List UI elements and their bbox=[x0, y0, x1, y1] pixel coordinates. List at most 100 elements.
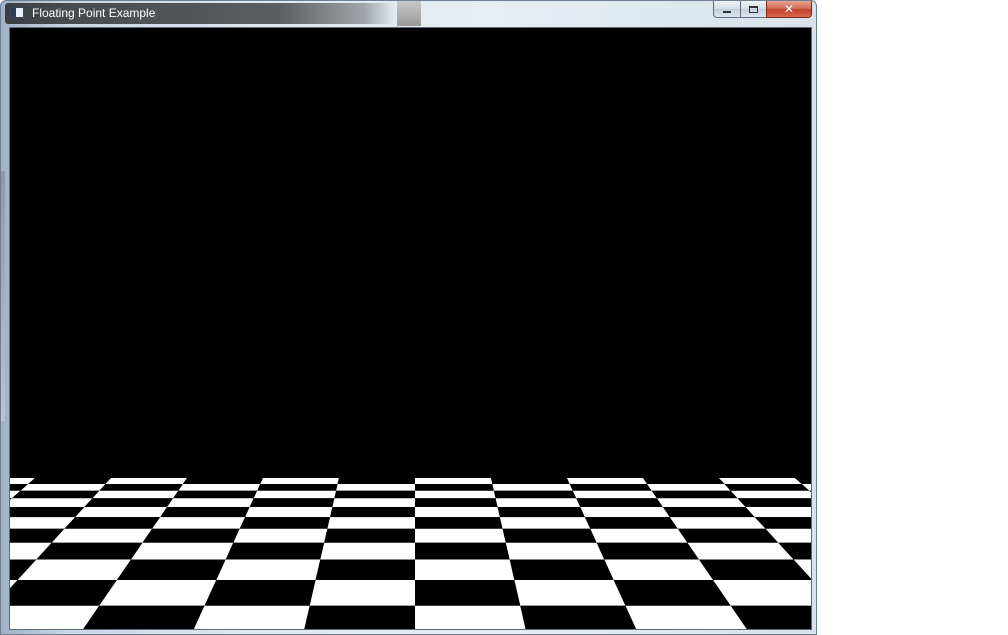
floor-tile bbox=[415, 605, 526, 629]
floor-tile bbox=[36, 542, 143, 560]
floor-tile bbox=[257, 484, 338, 491]
floor-tile bbox=[204, 580, 316, 606]
floor-tile bbox=[84, 498, 174, 507]
floor-tile bbox=[324, 528, 415, 543]
floor-tile bbox=[415, 478, 493, 484]
floor-tile bbox=[730, 490, 811, 499]
floor-tile bbox=[415, 517, 503, 529]
floor-tile bbox=[182, 478, 263, 484]
floor-tile bbox=[491, 478, 570, 484]
floor-tile bbox=[116, 559, 226, 580]
floor-tile bbox=[590, 528, 688, 543]
floor-tile bbox=[492, 484, 573, 491]
floor-tile bbox=[493, 490, 577, 499]
window-left-edge bbox=[1, 171, 5, 421]
floor-tile bbox=[687, 542, 794, 560]
floor-tile bbox=[569, 484, 652, 491]
floor-tile bbox=[613, 580, 731, 606]
floor-tile bbox=[239, 517, 331, 529]
floor-tile bbox=[99, 484, 183, 491]
scene-canvas bbox=[10, 28, 811, 629]
floor-tile bbox=[309, 580, 415, 606]
floor-tile bbox=[334, 490, 415, 499]
floor-tile bbox=[580, 507, 670, 518]
floor-tile bbox=[315, 559, 415, 580]
floor-tile bbox=[336, 484, 415, 491]
close-icon: ✕ bbox=[783, 2, 795, 16]
floor-tile bbox=[505, 542, 605, 560]
minimize-button[interactable] bbox=[713, 1, 740, 18]
floor-tile bbox=[647, 484, 731, 491]
floor-tile bbox=[75, 507, 168, 518]
floor-tile bbox=[604, 559, 714, 580]
floor-tile bbox=[745, 507, 811, 518]
minimize-icon bbox=[723, 11, 731, 13]
window-title: Floating Point Example bbox=[32, 6, 156, 20]
floor-tile bbox=[167, 498, 254, 507]
floor-tile bbox=[415, 580, 521, 606]
floor-tile bbox=[92, 490, 179, 499]
floor-tile bbox=[11, 490, 100, 499]
title-bar[interactable]: Floating Point Example ✕ bbox=[1, 1, 816, 26]
floor-tile bbox=[699, 559, 811, 580]
floor-tile bbox=[415, 542, 510, 560]
floor-tile bbox=[415, 528, 506, 543]
floor-tile bbox=[656, 498, 746, 507]
floor-tile bbox=[51, 528, 153, 543]
floor-tile bbox=[10, 517, 76, 529]
floor-tile bbox=[173, 490, 258, 499]
floor-tile bbox=[737, 498, 811, 507]
floor-tile bbox=[320, 542, 415, 560]
caption-buttons: ✕ bbox=[713, 1, 812, 18]
floor-tile bbox=[495, 498, 581, 507]
floor-tile bbox=[596, 542, 699, 560]
floor-tile bbox=[332, 498, 415, 507]
close-button[interactable]: ✕ bbox=[766, 1, 812, 18]
floor-tile bbox=[415, 559, 515, 580]
floor-tile bbox=[719, 478, 802, 484]
maximize-button[interactable] bbox=[740, 1, 766, 18]
floor-tile bbox=[10, 507, 85, 518]
floor-tile bbox=[99, 580, 217, 606]
floor-tile bbox=[415, 498, 498, 507]
floor-tile bbox=[17, 559, 132, 580]
floor-tile bbox=[514, 580, 626, 606]
floor-tile bbox=[576, 498, 663, 507]
floor-tile bbox=[643, 478, 725, 484]
floor-tile bbox=[497, 507, 585, 518]
floor-tile bbox=[651, 490, 738, 499]
title-bar-overlap bbox=[397, 1, 421, 26]
floor-tile bbox=[249, 498, 335, 507]
floor-tile bbox=[415, 507, 500, 518]
app-window: Floating Point Example ✕ bbox=[0, 0, 817, 635]
floor-tile bbox=[260, 478, 339, 484]
checkerboard-floor bbox=[10, 478, 811, 629]
floor-tile bbox=[330, 507, 415, 518]
floor-tile bbox=[245, 507, 333, 518]
floor-tile bbox=[142, 528, 240, 543]
floor-tile bbox=[10, 580, 117, 606]
floor-tile bbox=[327, 517, 415, 529]
app-window-icon[interactable] bbox=[10, 7, 24, 18]
floor-tile bbox=[178, 484, 261, 491]
floor-tile bbox=[233, 528, 328, 543]
floor-tile bbox=[20, 484, 106, 491]
floor-tile bbox=[193, 605, 310, 629]
floor-tile bbox=[520, 605, 637, 629]
floor-tile bbox=[572, 490, 657, 499]
floor-tile bbox=[10, 498, 93, 507]
floor-tile bbox=[669, 517, 766, 529]
floor-tile bbox=[160, 507, 250, 518]
floor-tile bbox=[662, 507, 755, 518]
floor-tile bbox=[131, 542, 234, 560]
floor-tile bbox=[499, 517, 591, 529]
render-viewport[interactable] bbox=[9, 27, 812, 630]
floor-tile bbox=[509, 559, 614, 580]
floor-tile bbox=[216, 559, 321, 580]
maximize-icon bbox=[749, 5, 758, 13]
floor-tile bbox=[337, 478, 415, 484]
floor-tile bbox=[415, 484, 494, 491]
floor-tile bbox=[415, 490, 496, 499]
floor-tile bbox=[567, 478, 648, 484]
floor-tile bbox=[225, 542, 325, 560]
